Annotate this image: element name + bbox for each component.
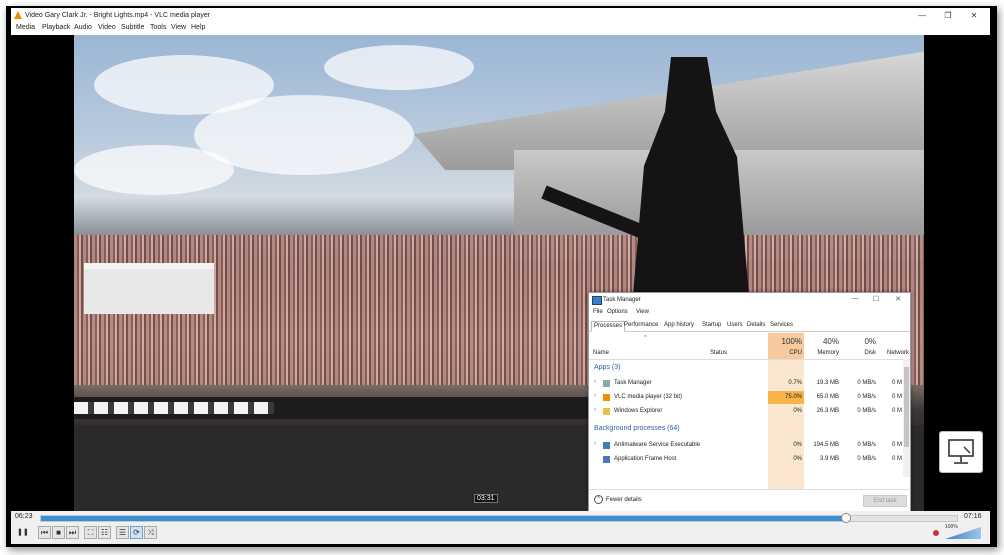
vlc-cone-icon — [14, 11, 22, 19]
menu-subtitle[interactable]: Subtitle — [121, 24, 144, 31]
title-bar: Video Gary Clark Jr. - Bright Lights.mp4… — [11, 8, 990, 23]
shield-icon — [603, 442, 610, 449]
video-area[interactable]: 03:31 Task Manager — ☐ ✕ File Options Vi… — [11, 35, 990, 511]
folder-icon — [603, 408, 610, 415]
restore-button[interactable]: ❐ — [935, 9, 961, 22]
end-task-button[interactable]: End task — [863, 495, 907, 507]
tab-processes[interactable]: Processes — [591, 321, 626, 332]
table-row[interactable]: › Antimalware Service Executable 0% 194.… — [589, 439, 903, 452]
tm-footer: ^ Fewer details End task — [589, 489, 910, 511]
minimize-button[interactable]: — — [909, 9, 935, 22]
extended-settings-button[interactable]: ☷ — [98, 526, 111, 539]
tab-performance[interactable]: Performance — [622, 321, 660, 330]
previous-button[interactable]: ⏮ — [38, 526, 51, 539]
tm-menu-file[interactable]: File — [593, 309, 603, 315]
menu-playback[interactable]: Playback — [42, 24, 70, 31]
table-row[interactable]: › VLC media player (32 bit) 75.0% 65.0 M… — [589, 391, 903, 404]
tm-tabs: Processes Performance App history Startu… — [589, 321, 910, 332]
task-manager-app-icon — [603, 380, 610, 387]
expand-chevron-icon[interactable]: › — [594, 407, 596, 413]
shuffle-button[interactable]: ⤨ — [144, 526, 157, 539]
col-cpu-percent: 100% — [781, 337, 802, 346]
volume-fill — [945, 527, 981, 539]
volume-slider[interactable] — [945, 527, 981, 539]
col-network[interactable]: Network — [887, 350, 909, 356]
tm-scrollbar[interactable] — [903, 359, 910, 477]
sort-arrow-icon: ^ — [644, 335, 647, 341]
tm-menu-view[interactable]: View — [636, 309, 649, 315]
current-time: 06:23 — [15, 513, 33, 520]
tm-maximize-button[interactable]: ☐ — [866, 295, 886, 303]
app-frame-icon — [603, 456, 610, 463]
expand-chevron-icon[interactable]: › — [594, 379, 596, 385]
tab-startup[interactable]: Startup — [700, 321, 723, 330]
total-time: 07:16 — [964, 513, 982, 520]
task-manager-window[interactable]: Task Manager — ☐ ✕ File Options View Pro… — [588, 292, 911, 511]
col-status[interactable]: Status — [710, 350, 727, 356]
menu-media[interactable]: Media — [16, 24, 35, 31]
task-manager-icon — [592, 296, 602, 305]
mute-icon[interactable] — [933, 530, 939, 536]
seek-fill — [41, 516, 846, 521]
table-row[interactable]: › Windows Explorer 0% 26.3 MB 0 MB/s 0 M — [589, 405, 903, 418]
menu-view[interactable]: View — [171, 24, 186, 31]
seek-handle[interactable] — [841, 513, 852, 523]
chevron-up-icon[interactable]: ^ — [594, 495, 603, 504]
tab-users[interactable]: Users — [725, 321, 745, 330]
tab-details[interactable]: Details — [745, 321, 767, 330]
seek-hover-time: 03:31 — [474, 494, 498, 503]
vlc-app-icon — [603, 394, 610, 401]
col-memory-percent: 40% — [822, 337, 839, 346]
stop-button[interactable]: ■ — [52, 526, 65, 539]
tab-services[interactable]: Services — [768, 321, 795, 330]
tm-title: Task Manager — [603, 297, 641, 303]
tm-close-button[interactable]: ✕ — [888, 295, 908, 303]
pause-button[interactable]: ❚❚ — [16, 526, 29, 539]
menu-tools[interactable]: Tools — [150, 24, 166, 31]
next-button[interactable]: ⏭ — [66, 526, 79, 539]
playback-controls: 06:23 07:16 ❚❚ ⏮ ■ ⏭ ⛶ ☷ ☰ ⟳ ⤨ 100% — [11, 511, 990, 544]
tm-menu-options[interactable]: Options — [607, 309, 628, 315]
tm-column-header: ^ Name Status 100% CPU 40% Memory 0% Dis… — [589, 333, 910, 360]
menu-help[interactable]: Help — [191, 24, 205, 31]
window-title: Video Gary Clark Jr. - Bright Lights.mp4… — [25, 12, 211, 19]
table-row[interactable]: › Task Manager 0.7% 19.3 MB 0 MB/s 0 M — [589, 377, 903, 390]
expand-chevron-icon[interactable]: › — [594, 393, 596, 399]
close-button[interactable]: ✕ — [961, 9, 987, 22]
group-background: Background processes (64) — [594, 425, 680, 432]
table-row[interactable]: Application Frame Host 0% 3.9 MB 0 MB/s … — [589, 453, 903, 466]
seek-bar[interactable] — [40, 513, 958, 523]
tm-minimize-button[interactable]: — — [845, 295, 865, 302]
menu-audio[interactable]: Audio — [74, 24, 92, 31]
col-name[interactable]: Name — [593, 350, 609, 356]
col-disk-percent: 0% — [864, 337, 876, 346]
menu-bar: Media Playback Audio Video Subtitle Tool… — [11, 23, 990, 35]
playlist-button[interactable]: ☰ — [116, 526, 129, 539]
group-apps: Apps (3) — [594, 364, 621, 371]
expand-chevron-icon[interactable]: › — [594, 441, 596, 447]
menu-video[interactable]: Video — [98, 24, 116, 31]
fullscreen-button[interactable]: ⛶ — [84, 526, 97, 539]
remote-desktop-icon[interactable] — [939, 431, 983, 473]
tm-scroll-thumb[interactable] — [904, 367, 909, 447]
tab-app-history[interactable]: App history — [662, 321, 696, 330]
col-memory[interactable]: Memory — [807, 350, 839, 356]
fewer-details-link[interactable]: Fewer details — [606, 497, 642, 503]
loop-button[interactable]: ⟳ — [130, 526, 143, 539]
vlc-window: Video Gary Clark Jr. - Bright Lights.mp4… — [11, 8, 990, 544]
col-cpu[interactable]: CPU — [770, 350, 802, 356]
col-disk[interactable]: Disk — [844, 350, 876, 356]
